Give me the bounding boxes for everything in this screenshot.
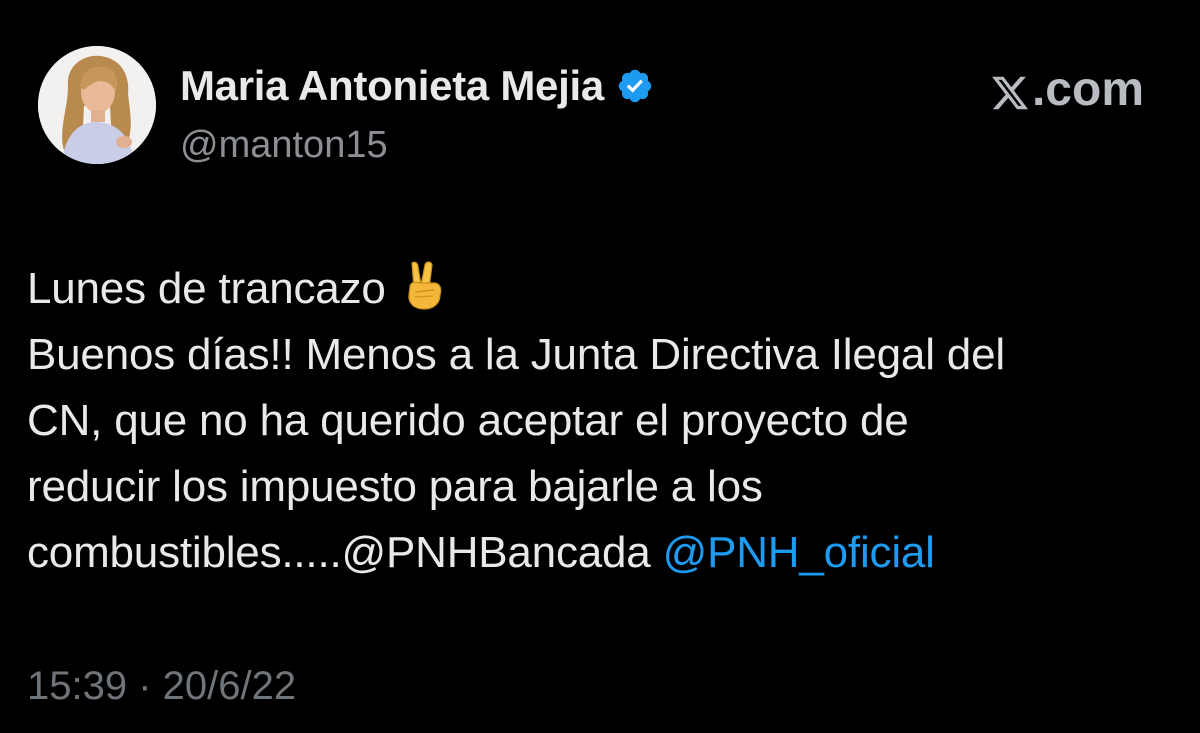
verified-badge-icon <box>616 67 654 105</box>
tweet-text: Lunes de trancazo Buenos días!! Menos a … <box>27 256 1177 586</box>
brand-watermark: .com <box>990 62 1144 117</box>
name-row: Maria Antonieta Mejia <box>180 60 654 112</box>
tweet-card: Maria Antonieta Mejia @manton15 .com Lun… <box>0 0 1200 733</box>
tweet-line-5: combustibles.....@PNHBancada @PNH_oficia… <box>27 520 1177 586</box>
author-handle[interactable]: @manton15 <box>180 124 654 167</box>
x-logo-icon <box>990 70 1030 110</box>
mention-link-pnh-oficial[interactable]: @PNH_oficial <box>663 528 935 577</box>
brand-label: .com <box>1031 63 1144 116</box>
tweet-line-1-text: Lunes de trancazo <box>27 264 386 313</box>
tweet-line-2: Buenos días!! Menos a la Junta Directiva… <box>27 330 1005 379</box>
avatar[interactable] <box>38 46 156 164</box>
author-block: Maria Antonieta Mejia @manton15 <box>180 60 654 167</box>
tweet-line-3: CN, que no ha querido aceptar el proyect… <box>27 396 909 445</box>
tweet-timestamp[interactable]: 15:39 · 20/6/22 <box>27 664 296 709</box>
tweet-line-4: reducir los impuesto para bajarle a los <box>27 462 763 511</box>
tweet-line-5-text: combustibles.....@PNHBancada <box>27 528 663 577</box>
victory-hand-emoji-icon <box>400 259 446 311</box>
tweet-line-1: Lunes de trancazo <box>27 256 1177 322</box>
author-display-name[interactable]: Maria Antonieta Mejia <box>180 62 604 110</box>
